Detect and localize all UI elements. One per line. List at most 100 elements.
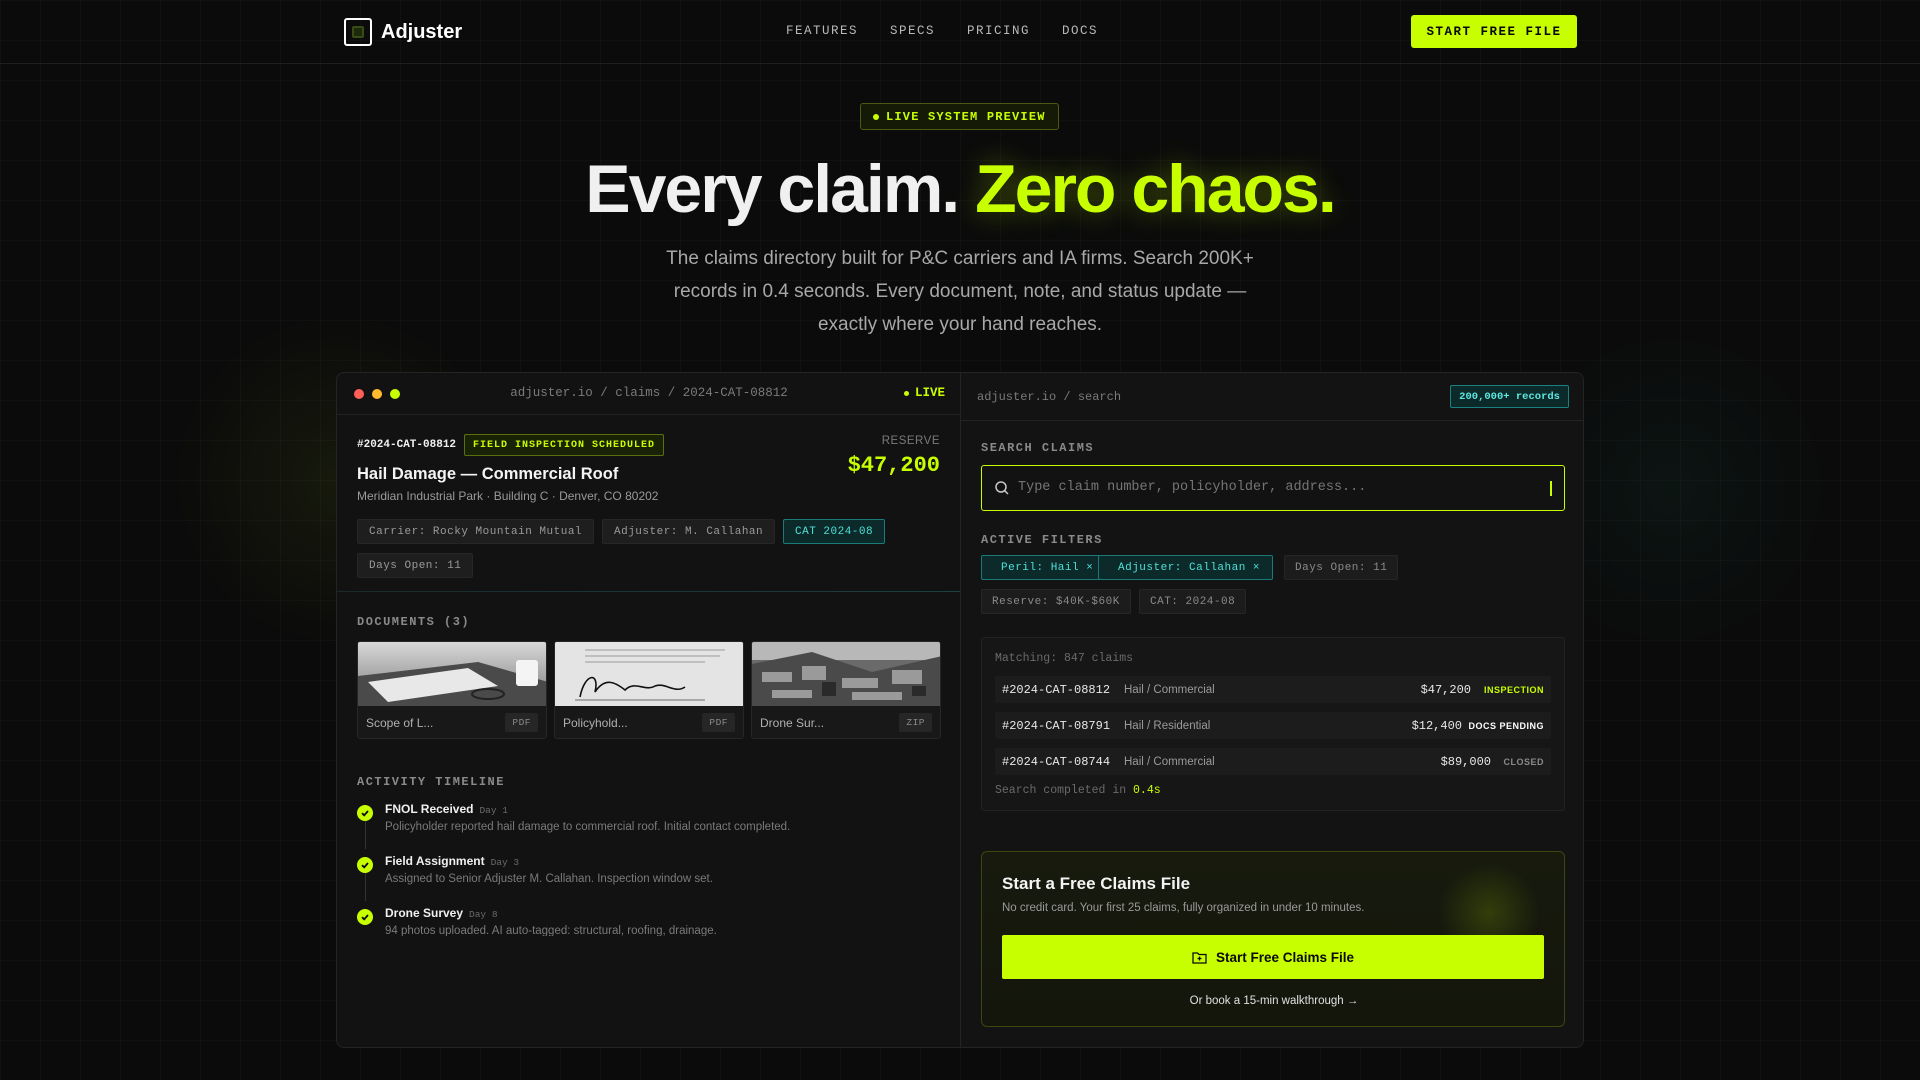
book-walkthrough-link[interactable]: Or book a 15-min walkthrough → — [982, 995, 1564, 1007]
result-status: DOCS PENDING — [1468, 721, 1544, 731]
timeline-description: 94 photos uploaded. AI auto-tagged: stru… — [385, 925, 717, 936]
matching-count: Matching: 847 claims — [995, 652, 1134, 665]
live-dot-icon — [873, 113, 879, 120]
product-demo-panel: adjuster.io / claims / 2024-CAT-08812 LI… — [336, 372, 1584, 1048]
timeline-day: Day 3 — [490, 857, 520, 868]
document-type-badge: PDF — [505, 713, 538, 732]
filter-chip-adjuster[interactable]: Adjuster: Callahan × — [1098, 555, 1274, 580]
live-preview-badge: LIVE SYSTEM PREVIEW — [860, 103, 1059, 130]
timeline-title: FNOL Received Day 1 — [385, 802, 508, 816]
timeline-connector — [365, 869, 366, 901]
documents-label: DOCUMENTS (3) — [357, 615, 471, 629]
result-status: INSPECTION — [1483, 685, 1544, 695]
result-type: Hail / Commercial — [1124, 684, 1215, 696]
table-row[interactable]: #2024-CAT-08791 Hail / Residential $12,4… — [995, 712, 1551, 739]
result-amount: $47,200 — [1420, 683, 1471, 697]
document-thumbnail — [358, 642, 546, 706]
start-free-claims-file-button[interactable]: Start Free Claims File — [1002, 935, 1544, 979]
badge-label: LIVE SYSTEM PREVIEW — [886, 109, 1046, 124]
document-type-badge: PDF — [702, 713, 735, 732]
search-label: SEARCH CLAIMS — [981, 441, 1095, 455]
check-icon — [357, 909, 373, 925]
live-dot-icon — [903, 390, 909, 396]
document-name: Policyhold... — [563, 716, 628, 730]
nav-link-pricing[interactable]: PRICING — [967, 24, 1030, 38]
document-name: Scope of L... — [366, 716, 434, 730]
records-count-badge: 200,000+ records — [1450, 385, 1569, 408]
timeline-item: Drone Survey Day 8 94 photos uploaded. AI… — [357, 906, 917, 936]
document-name: Drone Sur... — [760, 716, 825, 730]
document-type-badge: ZIP — [899, 713, 932, 732]
document-thumbnail — [555, 642, 743, 706]
text-caret — [1550, 481, 1552, 496]
timeline-description: Assigned to Senior Adjuster M. Callahan.… — [385, 873, 713, 885]
search-icon — [995, 481, 1009, 495]
hero-title: Every claim. Zero chaos. — [0, 150, 1920, 228]
tag-carrier[interactable]: Carrier: Rocky Mountain Mutual — [357, 519, 595, 544]
result-type: Hail / Residential — [1124, 720, 1211, 732]
folder-plus-icon — [1192, 951, 1207, 964]
timeline-label: ACTIVITY TIMELINE — [357, 775, 505, 789]
window-path: adjuster.io / claims / 2024-CAT-08812 — [510, 386, 788, 400]
window-path: adjuster.io / search — [977, 390, 1122, 404]
filter-chip-cat[interactable]: CAT: 2024-08 — [1139, 589, 1247, 614]
hero-title-accent: Zero chaos. — [975, 151, 1337, 227]
hero-subtitle: The claims directory built for P&C carri… — [666, 248, 1254, 335]
result-claim-id: #2024-CAT-08812 — [1002, 683, 1111, 697]
status-badge: FIELD INSPECTION SCHEDULED — [464, 434, 665, 456]
filter-chip-days-open[interactable]: Days Open: 11 — [1284, 555, 1399, 580]
timeline-title: Drone Survey Day 8 — [385, 906, 498, 920]
start-free-file-button[interactable]: START FREE FILE — [1411, 15, 1577, 48]
search-field[interactable] — [981, 465, 1565, 511]
live-label: LIVE — [914, 386, 945, 400]
table-row[interactable]: #2024-CAT-08812 Hail / Commercial $47,20… — [995, 676, 1551, 703]
search-window: adjuster.io / search 200,000+ records SE… — [961, 373, 1583, 1047]
table-row[interactable]: #2024-CAT-08744 Hail / Commercial $89,00… — [995, 748, 1551, 775]
document-card[interactable]: Scope of L... PDF — [357, 641, 547, 739]
tag-adjuster[interactable]: Adjuster: M. Callahan — [602, 519, 776, 544]
result-amount: $89,000 — [1440, 755, 1491, 769]
timeline-description: Policyholder reported hail damage to com… — [385, 821, 791, 833]
tag-days-open[interactable]: Days Open: 11 — [357, 553, 474, 578]
result-amount: $12,400 — [1411, 719, 1462, 733]
brand-name: Adjuster — [381, 20, 463, 43]
free-file-cta-card: Start a Free Claims File No credit card.… — [981, 851, 1565, 1027]
top-navbar: Adjuster FEATURES SPECS PRICING DOCS STA… — [0, 0, 1920, 64]
window-titlebar: adjuster.io / claims / 2024-CAT-08812 LI… — [337, 373, 961, 415]
nav-link-docs[interactable]: DOCS — [1062, 24, 1098, 38]
check-icon — [357, 805, 373, 821]
claim-id: #2024-CAT-08812 — [357, 439, 457, 451]
nav-link-specs[interactable]: SPECS — [890, 24, 935, 38]
search-time-value: 0.4s — [1133, 784, 1161, 797]
result-status: CLOSED — [1503, 757, 1544, 767]
cta-subtitle: No credit card. Your first 25 claims, fu… — [1002, 902, 1365, 914]
filters-label: ACTIVE FILTERS — [981, 533, 1103, 547]
nav-link-features[interactable]: FEATURES — [786, 24, 858, 38]
result-claim-id: #2024-CAT-08791 — [1002, 719, 1111, 733]
tag-cat[interactable]: CAT 2024-08 — [783, 519, 886, 544]
document-card[interactable]: Policyhold... PDF — [554, 641, 744, 739]
hero-title-main: Every claim. — [585, 151, 960, 227]
header-divider — [961, 420, 1583, 421]
timeline-day: Day 8 — [469, 909, 498, 920]
cta-button-label: Start Free Claims File — [1215, 949, 1355, 965]
brand-logo[interactable]: Adjuster — [344, 18, 462, 46]
check-icon — [357, 857, 373, 873]
search-input[interactable] — [1018, 480, 1518, 495]
live-indicator: LIVE — [903, 386, 945, 400]
timeline-title: Field Assignment Day 3 — [385, 854, 520, 868]
logo-icon — [344, 18, 372, 46]
timeline-connector — [365, 817, 366, 849]
nav-links: FEATURES SPECS PRICING DOCS — [786, 24, 1098, 38]
filter-chip-reserve[interactable]: Reserve: $40K-$60K — [981, 589, 1131, 614]
cta-title: Start a Free Claims File — [1002, 874, 1191, 893]
reserve-amount: $47,200 — [847, 453, 940, 478]
claim-location: Meridian Industrial Park · Building C · … — [357, 489, 659, 503]
result-claim-id: #2024-CAT-08744 — [1002, 755, 1111, 769]
document-card[interactable]: Drone Sur... ZIP — [751, 641, 941, 739]
search-results: Matching: 847 claims #2024-CAT-08812 Hai… — [981, 637, 1565, 811]
result-type: Hail / Commercial — [1124, 756, 1215, 768]
timeline-day: Day 1 — [479, 805, 508, 816]
search-time-note: Search completed in 0.4s — [995, 784, 1161, 797]
filter-chip-peril[interactable]: Peril: Hail × — [981, 555, 1107, 580]
